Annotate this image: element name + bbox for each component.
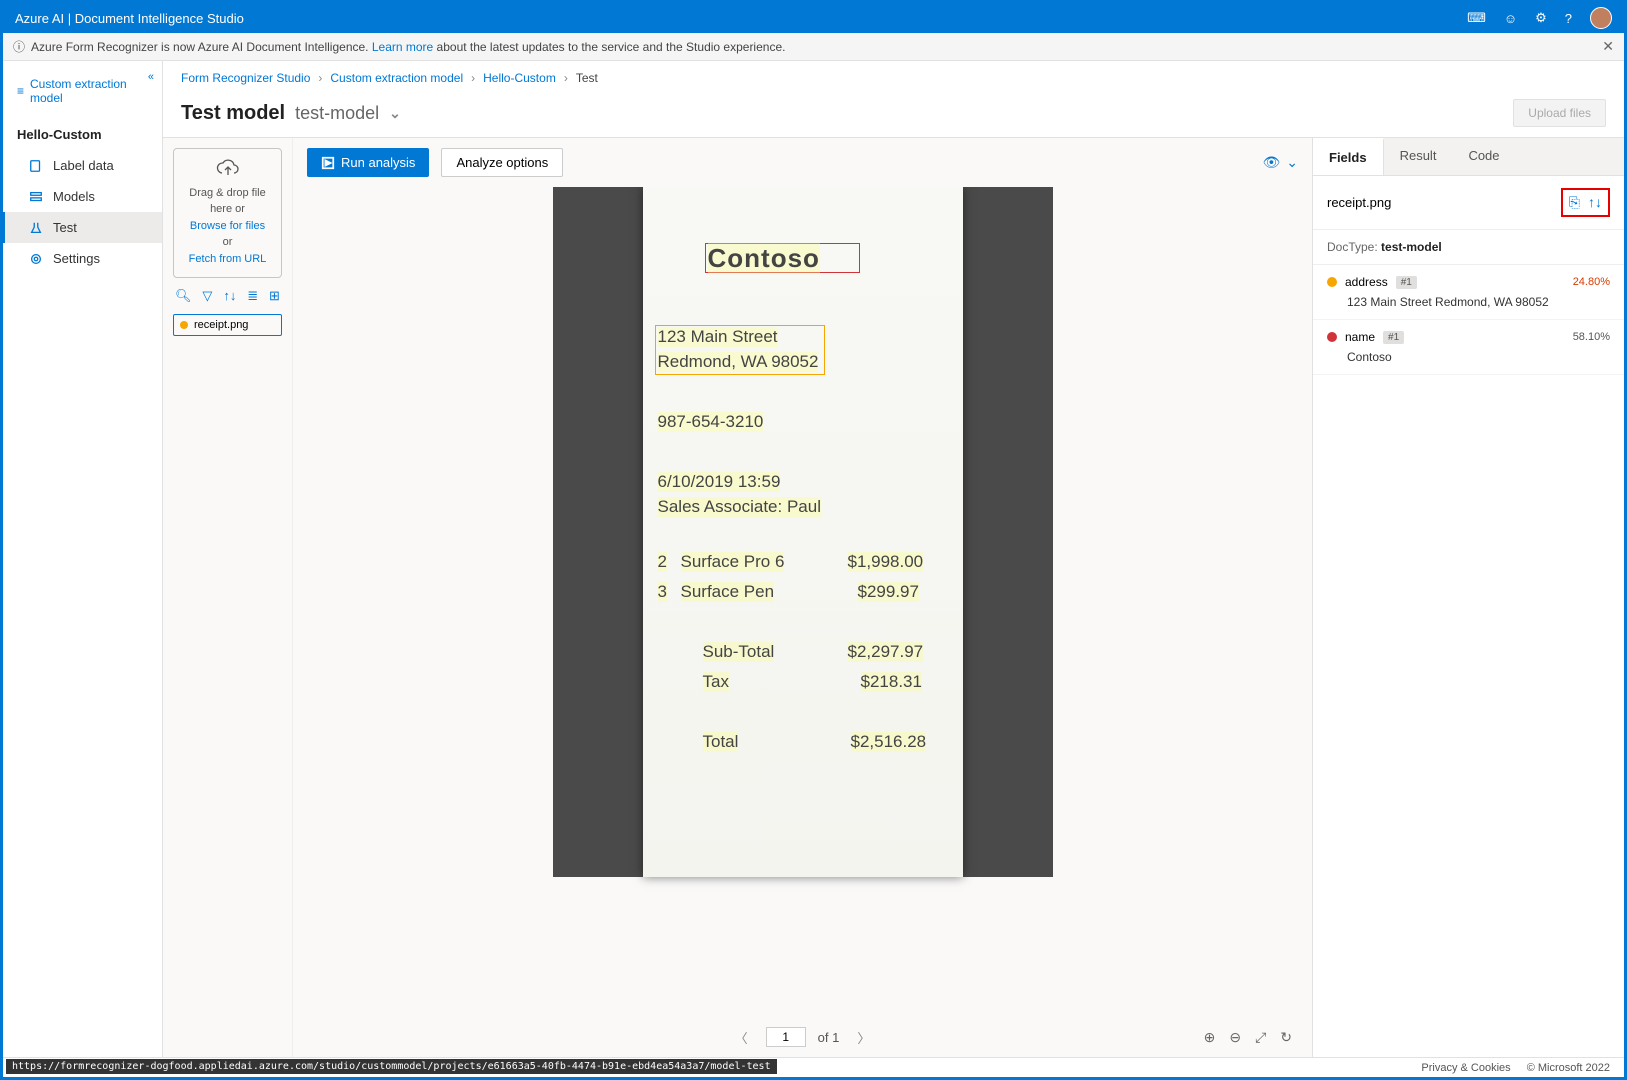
zoom-out-icon[interactable]: ⊖ — [1229, 1029, 1241, 1046]
avatar[interactable] — [1590, 7, 1612, 29]
rotate-icon[interactable]: ↻ — [1280, 1029, 1292, 1046]
page-title: Test modeltest-model⌄ — [181, 102, 401, 125]
sidebar-item-models[interactable]: Models — [3, 181, 162, 212]
next-page-button[interactable]: 〉 — [851, 1028, 876, 1047]
list-view-icon[interactable]: ≣ — [247, 288, 258, 304]
info-text: ⓘAzure Form Recognizer is now Azure AI D… — [13, 38, 785, 55]
breadcrumb-0[interactable]: Form Recognizer Studio — [181, 71, 310, 85]
tab-code[interactable]: Code — [1452, 138, 1515, 175]
learn-more-link[interactable]: Learn more — [372, 40, 433, 54]
sort-fields-icon[interactable]: ↑↓ — [1588, 194, 1602, 211]
status-dot-icon — [180, 321, 188, 329]
help-icon[interactable]: ? — [1565, 11, 1572, 26]
app-title: Azure AI | Document Intelligence Studio — [15, 11, 244, 26]
breadcrumb-2[interactable]: Hello-Custom — [483, 71, 556, 85]
field-name[interactable]: name #1 58.10% Contoso — [1313, 320, 1624, 375]
run-analysis-button[interactable]: Run analysis — [307, 148, 429, 177]
breadcrumb-current: Test — [576, 71, 598, 85]
tab-fields[interactable]: Fields — [1313, 138, 1384, 175]
close-icon[interactable]: ✕ — [1602, 38, 1614, 55]
filter-icon[interactable]: ▽ — [202, 288, 212, 304]
settings-icon[interactable]: ⚙ — [1535, 10, 1547, 26]
collapse-sidebar-icon[interactable]: « — [148, 71, 154, 83]
result-filename: receipt.png — [1327, 195, 1391, 210]
page-input[interactable] — [766, 1027, 806, 1047]
browse-files-link[interactable]: Browse for files — [180, 218, 275, 235]
visibility-icon[interactable]: 👁 — [1262, 154, 1280, 171]
file-item-receipt[interactable]: receipt.png — [173, 314, 282, 336]
page-total: of 1 — [818, 1030, 840, 1045]
feedback-icon[interactable]: ☺ — [1504, 11, 1517, 26]
prev-page-button[interactable]: 〈 — [729, 1028, 754, 1047]
status-bar-url: https://formrecognizer-dogfood.appliedai… — [6, 1059, 777, 1074]
upload-files-button[interactable]: Upload files — [1513, 99, 1606, 127]
sidebar-item-label-data[interactable]: Label data — [3, 150, 162, 181]
dot-icon — [1327, 332, 1337, 342]
analyze-options-button[interactable]: Analyze options — [441, 148, 563, 177]
export-icon[interactable]: ⎘ — [1569, 194, 1580, 211]
sidebar-project: Hello-Custom — [3, 119, 162, 150]
privacy-link[interactable]: Privacy & Cookies — [1421, 1062, 1510, 1074]
search-icon[interactable]: 🔍︎ — [175, 288, 192, 304]
sidebar-item-settings[interactable]: Settings — [3, 243, 162, 274]
doctype-row: DocType: test-model — [1313, 230, 1624, 265]
breadcrumb: Form Recognizer Studio› Custom extractio… — [163, 61, 1624, 95]
chevron-down-icon[interactable]: ⌄ — [389, 105, 401, 122]
tab-result[interactable]: Result — [1384, 138, 1453, 175]
sort-icon[interactable]: ↑↓ — [223, 288, 236, 304]
dropzone[interactable]: Drag & drop file here or Browse for file… — [173, 148, 282, 278]
zoom-in-icon[interactable]: ⊕ — [1204, 1029, 1216, 1046]
fit-icon[interactable]: ⤢ — [1255, 1029, 1266, 1046]
sidebar-item-test[interactable]: Test — [3, 212, 162, 243]
copyright: © Microsoft 2022 — [1527, 1062, 1610, 1074]
export-sort-group: ⎘ ↑↓ — [1561, 188, 1610, 217]
breadcrumb-1[interactable]: Custom extraction model — [330, 71, 463, 85]
field-address[interactable]: address #1 24.80% 123 Main Street Redmon… — [1313, 265, 1624, 320]
keyboard-icon[interactable]: ⌨ — [1467, 10, 1486, 26]
grid-view-icon[interactable]: ⊞ — [269, 288, 280, 304]
sidebar-section: ≡Custom extraction model — [3, 71, 148, 111]
document-viewer[interactable]: Contoso 123 Main Street Redmond, WA 9805… — [553, 187, 1053, 877]
fetch-url-link[interactable]: Fetch from URL — [180, 251, 275, 268]
dot-icon — [1327, 277, 1337, 287]
chevron-down-icon[interactable]: ⌄ — [1286, 154, 1298, 171]
